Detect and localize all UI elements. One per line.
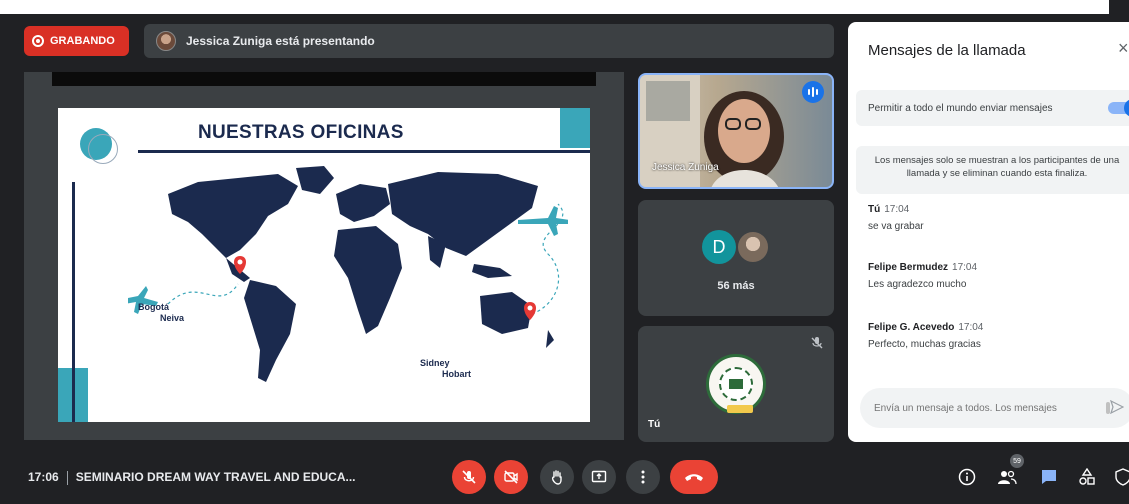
chat-icon	[1042, 470, 1056, 484]
organization-logo	[706, 354, 766, 414]
presenter-text: Jessica Zuniga está presentando	[186, 34, 375, 48]
participant-tile-more[interactable]: D 56 más	[638, 200, 834, 316]
slide-title: NUESTRAS OFICINAS	[198, 122, 404, 143]
world-map	[128, 166, 568, 382]
allow-messages-toggle[interactable]: ✓	[1108, 99, 1129, 117]
message-sender: Tú	[868, 204, 881, 215]
participant-tile-self[interactable]: Tú	[638, 326, 834, 442]
top-window-strip	[0, 0, 1129, 14]
divider	[66, 470, 68, 485]
presentation-slide: NUESTRAS OFICINAS Bogotá Neiva Sidney Ho…	[58, 108, 590, 422]
message-time: 17:04	[958, 322, 984, 333]
city-label: Hobart	[442, 369, 471, 379]
meeting-details-button[interactable]	[956, 466, 978, 488]
city-label: Bogotá	[138, 302, 169, 312]
hang-up-button[interactable]	[670, 460, 718, 494]
top-window-corner	[1109, 0, 1129, 14]
avatar	[736, 230, 770, 264]
meeting-title: SEMINARIO DREAM WAY TRAVEL AND EDUCA...	[75, 470, 356, 484]
more-participants-label: 56 más	[717, 280, 755, 292]
host-controls-button[interactable]	[1112, 466, 1129, 488]
shield-icon	[1115, 468, 1129, 486]
people-icon	[998, 470, 1017, 485]
presenter-avatar	[156, 31, 176, 51]
participants-button[interactable]	[996, 466, 1018, 488]
message-text: se va grabar	[868, 221, 924, 232]
slide-decor-ring	[88, 134, 118, 164]
participant-tile-speaker[interactable]: Jessica Zuniga	[638, 73, 834, 189]
presenter-bar[interactable]: Jessica Zuniga está presentando	[144, 24, 834, 58]
microphone-toggle-button[interactable]	[452, 460, 486, 494]
allow-messages-setting: Permitir a todo el mundo enviar mensajes…	[856, 90, 1129, 126]
check-icon: ✓	[1124, 99, 1129, 117]
city-label: Neiva	[160, 313, 185, 323]
message-sender: Felipe Bermudez	[868, 262, 949, 273]
message-time: 17:04	[884, 204, 910, 215]
slide-decor-line	[72, 182, 75, 422]
recording-label: GRABANDO	[50, 35, 115, 47]
activities-button[interactable]	[1076, 466, 1098, 488]
raise-hand-button[interactable]	[540, 460, 574, 494]
slide-decor-block	[560, 108, 590, 148]
speaking-indicator-icon	[802, 81, 824, 103]
chat-message: Felipe G. Acevedo 17:04 Perfecto, muchas …	[868, 322, 983, 350]
self-label: Tú	[648, 419, 661, 430]
chat-info-note: Los mensajes solo se muestran a los part…	[856, 146, 1129, 194]
chat-message: Tú 17:04 se va grabar	[868, 204, 924, 232]
message-time: 17:04	[952, 262, 978, 273]
slide-title-underline	[138, 150, 590, 153]
message-sender: Felipe G. Acevedo	[868, 322, 955, 333]
camera-toggle-button[interactable]	[494, 460, 528, 494]
chat-message: Felipe Bermudez 17:04 Les agradezco mucho	[868, 262, 977, 290]
speaker-name: Jessica Zuniga	[652, 162, 719, 173]
camera-off-icon	[504, 470, 518, 484]
meeting-time: 17:06	[28, 470, 59, 484]
chat-button[interactable]	[1038, 466, 1060, 488]
recording-badge[interactable]: GRABANDO	[24, 26, 129, 56]
phone-hangup-icon	[685, 474, 703, 481]
mic-off-icon	[811, 337, 823, 349]
mic-off-icon	[462, 470, 476, 484]
chat-panel: Mensajes de la llamada × Permitir a todo…	[848, 22, 1129, 442]
send-icon[interactable]	[1110, 400, 1124, 414]
city-label-left: Bogotá Neiva	[138, 302, 184, 324]
city-label: Sidney	[420, 358, 450, 368]
meeting-info: 17:06 SEMINARIO DREAM WAY TRAVEL AND EDUC…	[28, 470, 356, 485]
city-label-right: Sidney Hobart	[420, 358, 471, 380]
more-options-button[interactable]	[626, 460, 660, 494]
message-text: Les agradezco mucho	[868, 279, 967, 290]
message-text: Perfecto, muchas gracias	[868, 339, 981, 350]
record-icon	[32, 35, 44, 47]
present-screen-button[interactable]	[582, 460, 616, 494]
slide-top-bar	[52, 72, 596, 86]
more-vert-icon	[641, 470, 645, 484]
shapes-icon	[1079, 468, 1095, 485]
avatar: D	[702, 230, 736, 264]
chat-input-box[interactable]	[860, 388, 1129, 428]
present-icon	[591, 470, 607, 483]
info-icon	[958, 468, 976, 486]
chat-message-input[interactable]	[874, 402, 1084, 414]
close-icon[interactable]: ×	[1118, 38, 1129, 59]
hand-icon	[551, 470, 562, 485]
allow-messages-label: Permitir a todo el mundo enviar mensajes	[868, 102, 1053, 114]
chat-title: Mensajes de la llamada	[868, 42, 1026, 59]
